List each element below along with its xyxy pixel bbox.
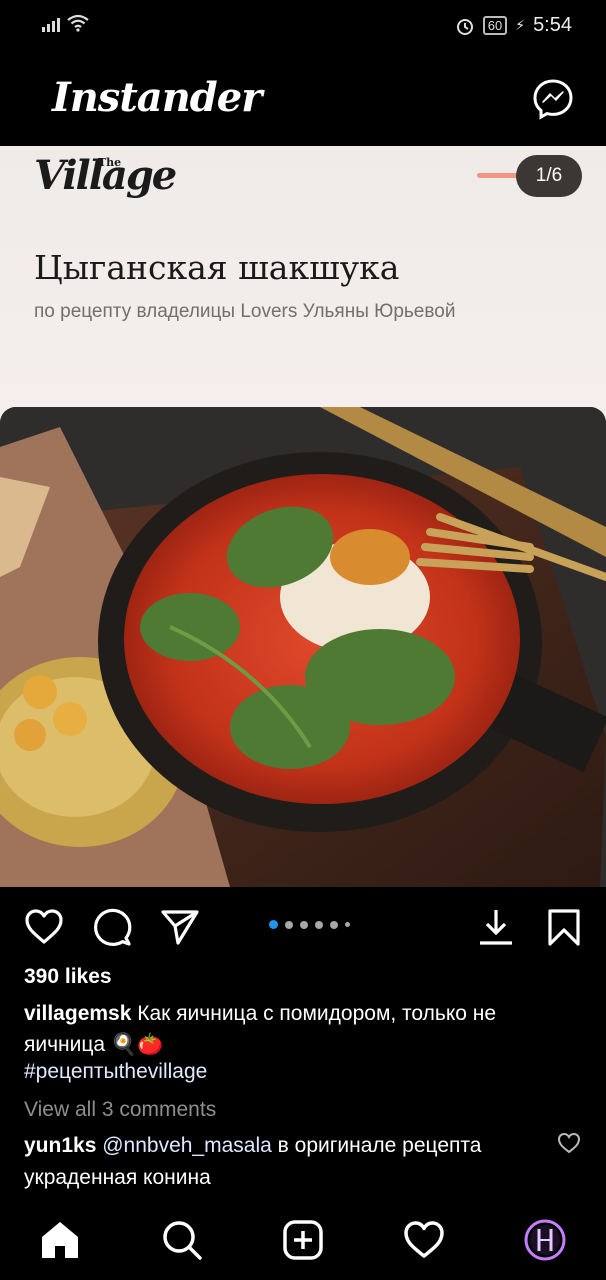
carousel-dot	[345, 922, 350, 927]
carousel-dot	[269, 920, 278, 929]
app-logo[interactable]: Instander	[52, 74, 262, 121]
the-village-logo: The Village	[34, 152, 177, 199]
comment-username[interactable]: yun1ks	[24, 1134, 96, 1157]
caption-username[interactable]: villagemsk	[24, 1002, 131, 1025]
carousel-dot	[330, 920, 338, 929]
carousel-dot	[285, 920, 293, 929]
like-icon[interactable]	[24, 907, 64, 947]
recipe-title: Цыганская шакшука	[34, 248, 400, 287]
comment-mention[interactable]: @nnbveh_masala	[102, 1134, 272, 1157]
wifi-icon	[67, 14, 89, 32]
view-comments-link[interactable]: View all 3 comments	[24, 1098, 216, 1122]
post-actions	[0, 887, 606, 963]
app-header: Instander	[0, 52, 606, 146]
activity-icon[interactable]	[403, 1219, 445, 1261]
hashtag-link[interactable]: #рецептыthevillage	[24, 1060, 207, 1084]
bookmark-icon[interactable]	[544, 907, 584, 947]
carousel-dot	[300, 920, 308, 929]
post-caption: villagemsk Как яичница с помидором, толь…	[24, 998, 574, 1060]
comment-icon[interactable]	[92, 907, 132, 947]
carousel-dot	[315, 920, 323, 929]
messenger-icon[interactable]	[532, 78, 574, 120]
slide-counter: 1/6	[516, 155, 582, 197]
new-post-icon[interactable]	[282, 1219, 324, 1261]
clock: 5:54	[533, 14, 572, 36]
charging-icon: ⚡	[515, 17, 526, 33]
alarm-icon	[456, 18, 473, 35]
search-icon[interactable]	[161, 1219, 203, 1261]
status-left	[42, 14, 90, 32]
shakshuka-photo	[0, 407, 606, 887]
download-icon[interactable]	[476, 907, 516, 947]
share-icon[interactable]	[160, 907, 200, 947]
likes-count[interactable]: 390 likes	[24, 965, 112, 989]
status-bar: 60 ⚡ 5:54	[0, 0, 606, 52]
recipe-subtitle: по рецепту владелицы Lovers Ульяны Юрьев…	[34, 301, 456, 322]
status-right: 60 ⚡ 5:54	[455, 14, 572, 37]
comment-like-icon[interactable]	[557, 1131, 581, 1155]
battery-indicator: 60	[482, 16, 508, 35]
bottom-navigation	[0, 1200, 606, 1280]
home-icon[interactable]	[39, 1219, 81, 1261]
signal-icon	[42, 14, 60, 32]
post-media[interactable]: The Village 1/6 Цыганская шакшука по рец…	[0, 146, 606, 887]
carousel-indicator	[269, 920, 350, 929]
profile-avatar-icon[interactable]	[524, 1219, 566, 1261]
comment-item: yun1ks @nnbveh_masala в оригинале рецепт…	[24, 1130, 544, 1194]
